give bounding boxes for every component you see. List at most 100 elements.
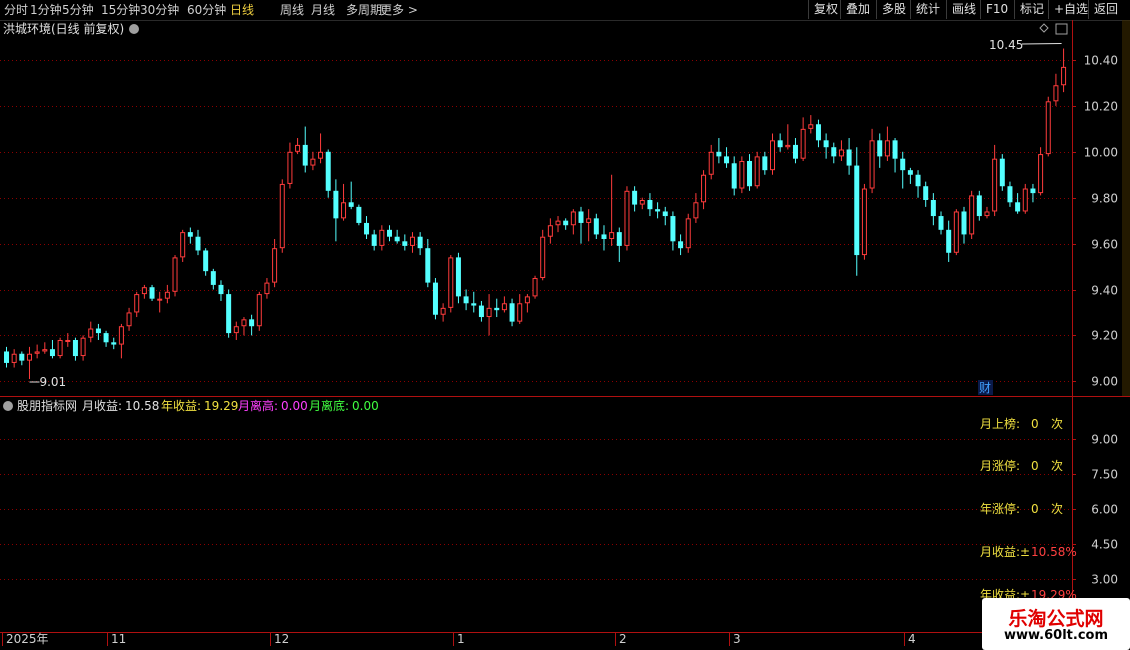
candle-body-up[interactable]	[1022, 188, 1028, 212]
candle-body-down[interactable]	[49, 349, 55, 357]
candle-body-up[interactable]	[264, 282, 270, 295]
period-tab-4[interactable]: 30分钟	[140, 2, 179, 18]
candle-body-up[interactable]	[310, 158, 316, 166]
candle-body-down[interactable]	[371, 234, 377, 246]
candle-body-down[interactable]	[930, 199, 936, 217]
candle-body-down[interactable]	[1007, 186, 1013, 203]
candle-body-up[interactable]	[992, 158, 998, 212]
candle-body-down[interactable]	[563, 220, 569, 226]
candle-body-down[interactable]	[1030, 188, 1036, 194]
candle-body-up[interactable]	[134, 294, 140, 313]
indicator-menu-icon[interactable]	[3, 401, 13, 411]
candle-body-up[interactable]	[409, 236, 415, 246]
candle-body-down[interactable]	[946, 229, 952, 253]
panel-window-icon[interactable]	[1055, 23, 1068, 35]
candle-body-down[interactable]	[792, 144, 798, 159]
candle-body-up[interactable]	[708, 151, 714, 175]
period-tab-5[interactable]: 60分钟	[187, 2, 226, 18]
candle-body-up[interactable]	[279, 183, 285, 249]
candle-body-down[interactable]	[478, 305, 484, 318]
candle-body-down[interactable]	[103, 333, 109, 343]
period-tab-1[interactable]: 1分钟	[30, 2, 62, 18]
candle-body-down[interactable]	[394, 236, 400, 242]
candle-body-up[interactable]	[884, 140, 890, 157]
period-tab-10[interactable]: 更多 >	[380, 2, 418, 18]
candle-body-down[interactable]	[72, 339, 78, 357]
candle-body-down[interactable]	[670, 216, 676, 242]
candle-body-down[interactable]	[425, 248, 431, 283]
candle-body-down[interactable]	[976, 195, 982, 217]
candle-body-down[interactable]	[854, 165, 860, 256]
period-tab-6[interactable]: 日线	[230, 2, 254, 18]
candle-body-down[interactable]	[892, 140, 898, 159]
candle-body-down[interactable]	[218, 284, 224, 295]
candle-body-up[interactable]	[180, 232, 186, 258]
candle-body-up[interactable]	[701, 174, 707, 203]
candle-body-up[interactable]	[241, 319, 247, 327]
candle-body-down[interactable]	[187, 232, 193, 237]
candle-body-down[interactable]	[149, 287, 155, 299]
candle-body-down[interactable]	[455, 257, 461, 297]
candle-body-up[interactable]	[969, 195, 975, 235]
candle-body-down[interactable]	[463, 296, 469, 304]
candle-body-up[interactable]	[586, 218, 592, 223]
toolbar-button-6[interactable]: 标记	[1014, 0, 1049, 19]
candle-body-down[interactable]	[348, 202, 354, 207]
candle-body-down[interactable]	[938, 216, 944, 230]
candle-body-down[interactable]	[195, 236, 201, 251]
candle-body-up[interactable]	[379, 229, 385, 246]
candle-body-up[interactable]	[172, 257, 178, 292]
candle-body-down[interactable]	[655, 209, 661, 212]
candle-body-up[interactable]	[739, 160, 745, 189]
candle-body-up[interactable]	[540, 236, 546, 279]
candle-body-up[interactable]	[34, 351, 40, 354]
candle-body-down[interactable]	[111, 342, 117, 345]
candle-body-up[interactable]	[26, 353, 32, 361]
candle-body-down[interactable]	[823, 140, 829, 148]
period-tab-2[interactable]: 5分钟	[62, 2, 94, 18]
candle-body-down[interactable]	[210, 271, 216, 285]
candle-body-up[interactable]	[272, 248, 278, 283]
candle-body-up[interactable]	[233, 326, 239, 334]
candle-body-up[interactable]	[693, 202, 699, 219]
candle-body-down[interactable]	[900, 158, 906, 171]
candle-body-up[interactable]	[1038, 154, 1044, 194]
candle-body-up[interactable]	[1045, 101, 1051, 155]
period-tab-9[interactable]: 多周期	[346, 2, 382, 18]
candle-body-up[interactable]	[639, 199, 645, 205]
candle-body-down[interactable]	[417, 236, 423, 249]
candle-body-down[interactable]	[494, 307, 500, 311]
candle-body-up[interactable]	[838, 149, 844, 157]
candle-body-down[interactable]	[402, 241, 408, 246]
period-tab-7[interactable]: 周线	[280, 2, 304, 18]
candle-body-up[interactable]	[486, 307, 492, 318]
candle-body-up[interactable]	[501, 303, 507, 311]
candle-body-up[interactable]	[953, 211, 959, 253]
candle-body-up[interactable]	[547, 225, 553, 237]
candle-body-up[interactable]	[157, 298, 163, 301]
candle-body-down[interactable]	[961, 211, 967, 235]
chart-area[interactable]: 10.40 10.20 10.00 9.80 9.60 9.40 9.20 9.00 9.00 7…	[0, 20, 1130, 650]
candle-body-up[interactable]	[42, 349, 48, 352]
period-tab-8[interactable]: 月线	[311, 2, 335, 18]
candle-body-up[interactable]	[570, 211, 576, 226]
candle-body-up[interactable]	[88, 328, 94, 338]
candle-body-up[interactable]	[65, 339, 71, 342]
candle-body-up[interactable]	[754, 156, 760, 187]
candle-body-up[interactable]	[80, 337, 86, 357]
candle-body-down[interactable]	[999, 158, 1005, 187]
chart-canvas[interactable]: 10.40 10.20 10.00 9.80 9.60 9.40 9.20 9.00 9.00 7…	[0, 20, 1130, 650]
candle-body-down[interactable]	[632, 190, 638, 205]
candle-body-up[interactable]	[808, 124, 814, 129]
candle-body-down[interactable]	[915, 174, 921, 187]
candle-body-down[interactable]	[777, 140, 783, 148]
candle-body-down[interactable]	[716, 151, 722, 157]
candle-body-down[interactable]	[432, 282, 438, 315]
candle-body-up[interactable]	[685, 218, 691, 249]
toolbar-button-4[interactable]: 画线	[946, 0, 981, 19]
candle-body-up[interactable]	[118, 326, 124, 345]
candle-body-up[interactable]	[800, 128, 806, 159]
candle-body-up[interactable]	[1053, 85, 1059, 102]
candle-body-down[interactable]	[731, 163, 737, 189]
candle-body-up[interactable]	[256, 294, 262, 327]
